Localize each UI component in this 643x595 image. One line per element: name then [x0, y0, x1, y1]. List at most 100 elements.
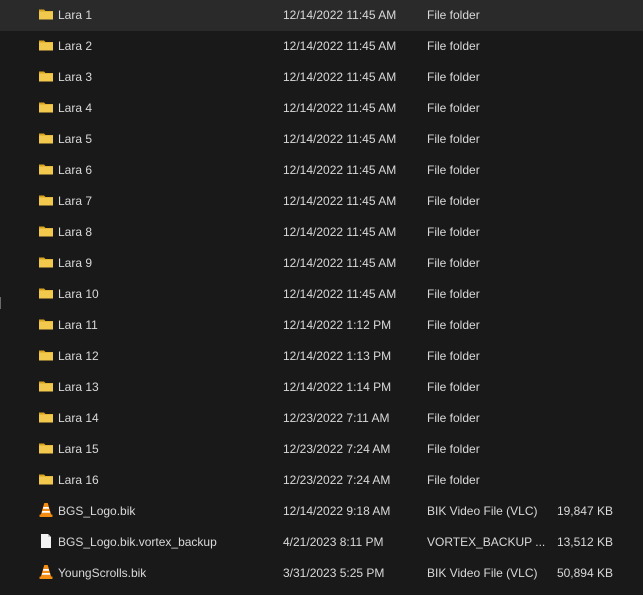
file-row[interactable]: Lara 1 12/14/2022 11:45 AM File folder [0, 0, 643, 31]
file-type: File folder [427, 39, 480, 53]
file-type: File folder [427, 411, 480, 425]
folder-icon [38, 409, 54, 425]
file-type: File folder [427, 132, 480, 146]
folder-icon [38, 223, 54, 239]
file-name: Lara 13 [58, 380, 99, 394]
file-type: File folder [427, 380, 480, 394]
file-date-modified: 12/23/2022 7:11 AM [283, 411, 390, 425]
file-date-modified: 12/14/2022 11:45 AM [283, 8, 397, 22]
file-name: Lara 2 [58, 39, 93, 53]
file-name: Lara 5 [58, 132, 93, 146]
file-row[interactable]: Lara 5 12/14/2022 11:45 AM File folder [0, 124, 643, 155]
folder-icon [38, 192, 54, 208]
folder-icon [38, 285, 54, 301]
file-date-modified: 12/14/2022 11:45 AM [283, 194, 397, 208]
file-type: BIK Video File (VLC) [427, 504, 538, 518]
file-name: YoungScrolls.bik [58, 566, 147, 580]
file-name: Lara 14 [58, 411, 99, 425]
file-type: VORTEX_BACKUP ... [427, 535, 546, 549]
file-size: 13,512 KB [556, 535, 613, 549]
folder-icon [38, 130, 54, 146]
file-date-modified: 3/31/2023 5:25 PM [283, 566, 385, 580]
vlc-cone-icon [38, 564, 54, 580]
file-date-modified: 12/14/2022 1:14 PM [283, 380, 392, 394]
file-name: Lara 11 [58, 318, 98, 332]
file-date-modified: 12/14/2022 11:45 AM [283, 70, 397, 84]
file-date-modified: 12/14/2022 11:45 AM [283, 132, 397, 146]
file-name: Lara 12 [58, 349, 99, 363]
file-row[interactable]: Lara 14 12/23/2022 7:11 AM File folder [0, 403, 643, 434]
file-name: Lara 3 [58, 70, 93, 84]
folder-icon [38, 6, 54, 22]
file-row[interactable]: Lara 2 12/14/2022 11:45 AM File folder [0, 31, 643, 62]
file-row[interactable]: Lara 7 12/14/2022 11:45 AM File folder [0, 186, 643, 217]
file-type: File folder [427, 287, 480, 301]
folder-icon [38, 68, 54, 84]
file-date-modified: 12/23/2022 7:24 AM [283, 442, 391, 456]
folder-icon [38, 99, 54, 115]
file-row[interactable]: Lara 16 12/23/2022 7:24 AM File folder [0, 465, 643, 496]
blank-file-icon [38, 533, 54, 549]
file-date-modified: 12/14/2022 1:12 PM [283, 318, 392, 332]
file-name: Lara 8 [58, 225, 93, 239]
folder-icon [38, 471, 54, 487]
file-list: Lara 1 12/14/2022 11:45 AM File folder Lara… [0, 0, 643, 595]
vlc-cone-icon [38, 502, 54, 518]
file-type: File folder [427, 70, 480, 84]
file-name: Lara 6 [58, 163, 93, 177]
file-row[interactable]: Lara 10 12/14/2022 11:45 AM File folder [0, 279, 643, 310]
file-date-modified: 12/14/2022 11:45 AM [283, 287, 397, 301]
file-date-modified: 12/14/2022 11:45 AM [283, 163, 397, 177]
folder-icon [38, 37, 54, 53]
file-row[interactable]: Lara 4 12/14/2022 11:45 AM File folder [0, 93, 643, 124]
file-name: Lara 4 [58, 101, 93, 115]
file-type: File folder [427, 163, 480, 177]
file-name: Lara 9 [58, 256, 93, 270]
file-name: Lara 16 [58, 473, 99, 487]
file-row[interactable]: BGS_Logo.bik.vortex_backup 4/21/2023 8:11… [0, 527, 643, 558]
file-type: File folder [427, 101, 480, 115]
file-row[interactable]: Lara 13 12/14/2022 1:14 PM File folder [0, 372, 643, 403]
file-name: Lara 10 [58, 287, 99, 301]
file-type: File folder [427, 225, 480, 239]
file-row[interactable]: Lara 3 12/14/2022 11:45 AM File folder [0, 62, 643, 93]
file-row[interactable]: Lara 12 12/14/2022 1:13 PM File folder [0, 341, 643, 372]
file-name: Lara 15 [58, 442, 99, 456]
pane-edge-marker [0, 297, 1, 309]
file-date-modified: 12/23/2022 7:24 AM [283, 473, 391, 487]
file-type: BIK Video File (VLC) [427, 566, 538, 580]
file-type: File folder [427, 8, 480, 22]
file-name: BGS_Logo.bik [58, 504, 136, 518]
file-date-modified: 4/21/2023 8:11 PM [283, 535, 384, 549]
folder-icon [38, 347, 54, 363]
folder-icon [38, 378, 54, 394]
folder-icon [38, 440, 54, 456]
file-type: File folder [427, 194, 480, 208]
file-row[interactable]: Lara 6 12/14/2022 11:45 AM File folder [0, 155, 643, 186]
folder-icon [38, 316, 54, 332]
folder-icon [38, 161, 54, 177]
file-row[interactable]: BGS_Logo.bik 12/14/2022 9:18 AM BIK Video … [0, 496, 643, 527]
file-type: File folder [427, 318, 480, 332]
file-type: File folder [427, 473, 480, 487]
file-size: 19,847 KB [556, 504, 613, 518]
file-date-modified: 12/14/2022 11:45 AM [283, 39, 397, 53]
file-row[interactable]: Lara 8 12/14/2022 11:45 AM File folder [0, 217, 643, 248]
file-date-modified: 12/14/2022 11:45 AM [283, 225, 397, 239]
file-type: File folder [427, 349, 480, 363]
file-name: Lara 7 [58, 194, 93, 208]
file-row[interactable]: Lara 15 12/23/2022 7:24 AM File folder [0, 434, 643, 465]
file-type: File folder [427, 442, 480, 456]
file-row[interactable]: Lara 9 12/14/2022 11:45 AM File folder [0, 248, 643, 279]
file-size: 50,894 KB [556, 566, 613, 580]
file-row[interactable]: Lara 11 12/14/2022 1:12 PM File folder [0, 310, 643, 341]
file-date-modified: 12/14/2022 11:45 AM [283, 101, 397, 115]
file-type: File folder [427, 256, 480, 270]
folder-icon [38, 254, 54, 270]
file-row[interactable]: YoungScrolls.bik 3/31/2023 5:25 PM BIK Vid… [0, 558, 643, 589]
file-name: BGS_Logo.bik.vortex_backup [58, 535, 217, 549]
file-date-modified: 12/14/2022 1:13 PM [283, 349, 392, 363]
file-name: Lara 1 [58, 8, 93, 22]
file-date-modified: 12/14/2022 9:18 AM [283, 504, 391, 518]
file-date-modified: 12/14/2022 11:45 AM [283, 256, 397, 270]
